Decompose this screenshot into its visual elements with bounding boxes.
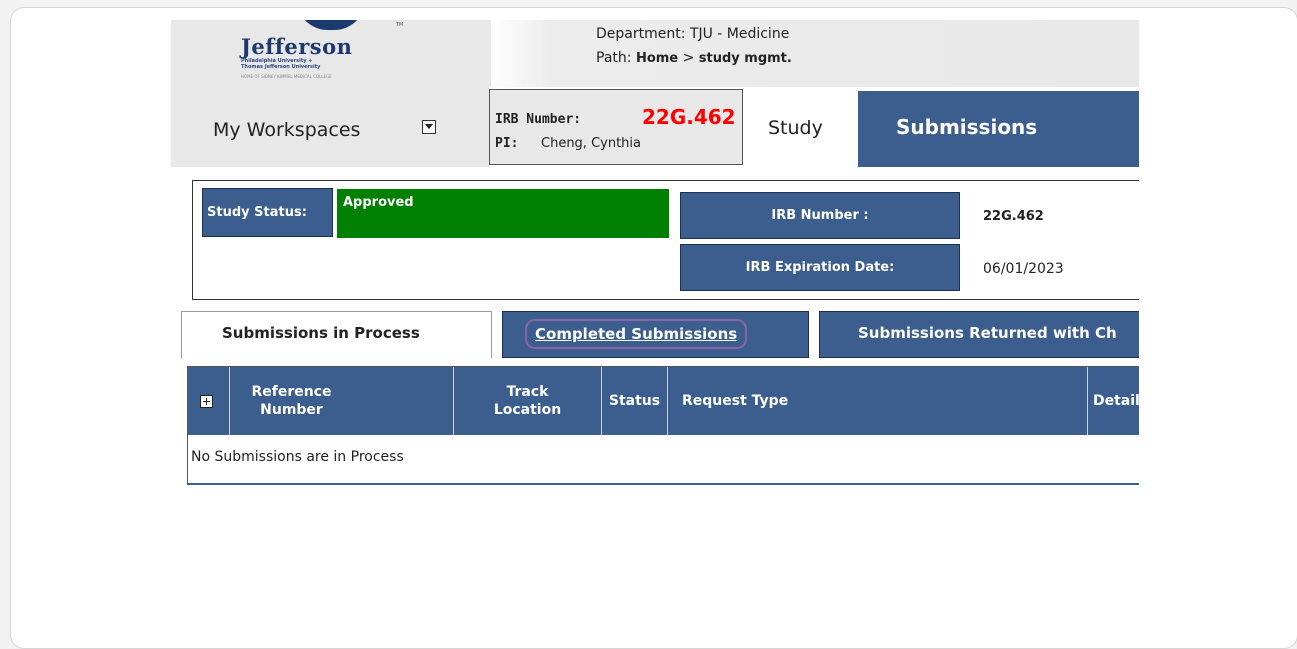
pi-label: PI: [495,136,519,151]
study-status-panel: Study Status: Approved IRB Number : 22G.… [192,180,1139,300]
logo-arc-icon [296,20,366,30]
breadcrumb-current: study mgmt. [698,51,792,66]
logo-trademark: TM [396,22,404,28]
track-line-2: Location [493,402,562,418]
reference-line-1: Reference [251,384,332,400]
track-line-1: Track [506,384,549,400]
column-status[interactable]: Status [602,367,668,435]
tab-submissions-label: Submissions [896,115,1038,139]
irb-number-value: 22G.462 [642,105,736,129]
my-workspaces-label: My Workspaces [213,119,361,141]
tab-returned-label: Submissions Returned with Ch [858,324,1117,342]
irb-number-label: IRB Number: [495,112,582,127]
empty-table-message: No Submissions are in Process [191,449,404,465]
column-reference-label: Reference Number [251,383,331,419]
department-value: TJU - Medicine [689,26,790,42]
tab-in-process-label: Submissions in Process [222,324,420,342]
tab-completed-link[interactable]: Completed Submissions [525,319,748,349]
reference-line-2: Number [260,402,323,418]
my-workspaces-menu[interactable]: My Workspaces [171,87,489,167]
pi-value: Cheng, Cynthia [541,136,641,151]
dropdown-arrow-icon[interactable] [422,120,436,134]
screenshot-frame: TM Jefferson Philadelphia University + T… [10,7,1297,649]
column-details-label: Details [1093,393,1139,409]
study-status-badge: Approved [337,189,669,238]
table-header: Reference Number Track Location Status R… [188,367,1139,435]
column-details[interactable]: Details [1088,367,1139,435]
column-request-type[interactable]: Request Type [668,367,1088,435]
irb-expiration-header: IRB Expiration Date: [680,244,960,291]
app-container: TM Jefferson Philadelphia University + T… [171,20,1139,620]
tab-study-label: Study [768,117,823,139]
column-track-label: Track Location [494,383,561,419]
irb-number-header: IRB Number : [680,192,960,239]
breadcrumb: Path: Home > study mgmt. [596,50,792,66]
jefferson-logo[interactable]: TM Jefferson Philadelphia University + T… [171,20,491,87]
column-status-label: Status [608,393,661,409]
study-status-label: Study Status: [202,188,333,237]
column-request-label: Request Type [682,393,789,409]
irb-expiration-field: 06/01/2023 [983,261,1064,277]
department-info: Department: TJU - Medicine [596,26,789,42]
expand-column [188,367,230,435]
breadcrumb-separator: > [682,50,695,66]
logo-subline-3: HOME OF SIDNEY KIMMEL MEDICAL COLLEGE [241,74,332,79]
header-path-area: Department: TJU - Medicine Path: Home > … [491,20,1139,87]
logo-subline-2: Thomas Jefferson University [241,64,321,70]
tab-submissions-returned[interactable]: Submissions Returned with Ch [819,311,1139,358]
tab-completed-submissions[interactable]: Completed Submissions [502,311,809,358]
path-label: Path: [596,50,632,66]
department-label: Department: [596,26,686,42]
tab-submissions[interactable]: Submissions [858,91,1139,167]
irb-number-field: 22G.462 [983,209,1044,224]
tab-study[interactable]: Study [743,87,858,167]
column-reference-number[interactable]: Reference Number [230,367,454,435]
expand-all-icon[interactable] [200,395,213,408]
logo-name: Jefferson [241,34,353,59]
breadcrumb-home[interactable]: Home [636,51,678,66]
irb-info-box: IRB Number: 22G.462 PI: Cheng, Cynthia [489,89,743,165]
tab-submissions-in-process[interactable]: Submissions in Process [181,311,492,358]
column-track-location[interactable]: Track Location [454,367,602,435]
submissions-table: Reference Number Track Location Status R… [187,366,1139,485]
